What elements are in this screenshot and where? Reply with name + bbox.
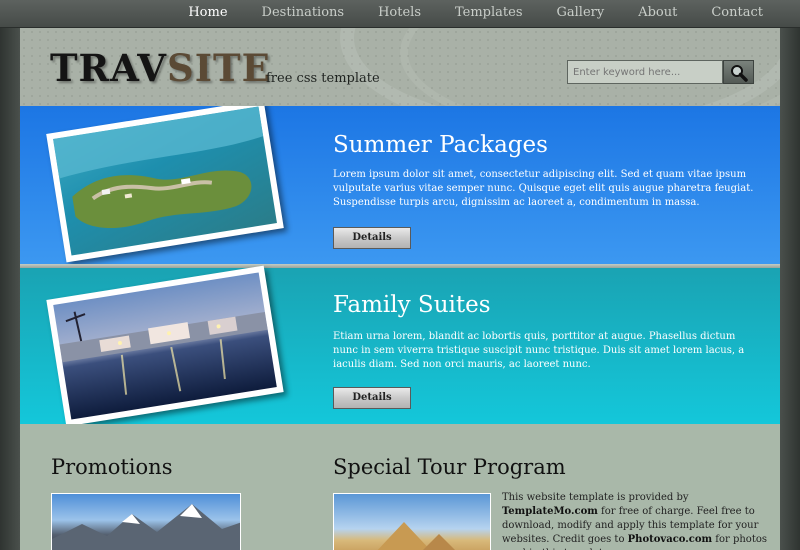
nav-item-templates[interactable]: Templates: [438, 0, 540, 28]
band-divider: [20, 264, 780, 268]
nav-item-home[interactable]: Home: [171, 0, 244, 28]
site-logo[interactable]: TRAVSITE: [50, 47, 271, 89]
nav-item-about[interactable]: About: [621, 0, 694, 28]
feature-family-suites: Family Suites Etiam urna lorem, blandit …: [20, 264, 780, 424]
feature-summer-packages: Summer Packages Lorem ipsum dolor sit am…: [20, 106, 780, 264]
promotions-image-mountains[interactable]: [51, 493, 241, 550]
site-header: TRAVSITE free css template: [20, 28, 780, 106]
nav-item-gallery[interactable]: Gallery: [540, 0, 622, 28]
details-button[interactable]: Details: [333, 387, 411, 409]
pyramids-illustration: [377, 522, 455, 550]
nav-item-contact[interactable]: Contact: [694, 0, 780, 28]
feature-photo-harbor: [46, 265, 284, 424]
tour-image-pyramids[interactable]: [333, 493, 491, 550]
tour-heading: Special Tour Program: [333, 455, 566, 479]
promotions-heading: Promotions: [51, 455, 173, 479]
page-side-shadow-left: [0, 0, 20, 550]
site-tagline: free css template: [266, 71, 380, 86]
logo-part-trav: TRAV: [50, 46, 168, 90]
feature-title: Family Suites: [333, 292, 491, 318]
magnifier-icon: [731, 65, 748, 82]
nav-item-hotels[interactable]: Hotels: [361, 0, 438, 28]
tour-text-part: This website template is provided by: [502, 492, 689, 503]
page-side-shadow-right: [780, 0, 800, 550]
feature-text: Etiam urna lorem, blandit ac lobortis qu…: [333, 331, 745, 370]
harbor-image: [53, 272, 277, 420]
search-button[interactable]: [723, 60, 754, 84]
nav-item-destinations[interactable]: Destinations: [245, 0, 362, 28]
harbor-illustration: [59, 311, 268, 395]
feature-title: Summer Packages: [333, 132, 548, 158]
feature-photo-island: [46, 106, 284, 263]
main-content: Promotions Special Tour Program This web…: [20, 424, 780, 550]
island-illustration: [53, 106, 264, 229]
details-button[interactable]: Details: [333, 227, 411, 249]
nav-menu: Home Destinations Hotels Templates Galle…: [171, 0, 780, 28]
top-navigation: Home Destinations Hotels Templates Galle…: [0, 0, 800, 28]
search-input[interactable]: [567, 60, 723, 84]
photovaco-link[interactable]: Photovaco.com: [628, 534, 712, 545]
feature-text: Lorem ipsum dolor sit amet, consectetur …: [333, 169, 754, 208]
tour-description: This website template is provided by Tem…: [502, 491, 772, 550]
mountains-illustration: [52, 504, 240, 550]
logo-part-site: SITE: [167, 46, 271, 90]
island-image: [53, 106, 277, 256]
templatemo-link[interactable]: TemplateMo.com: [502, 506, 598, 517]
